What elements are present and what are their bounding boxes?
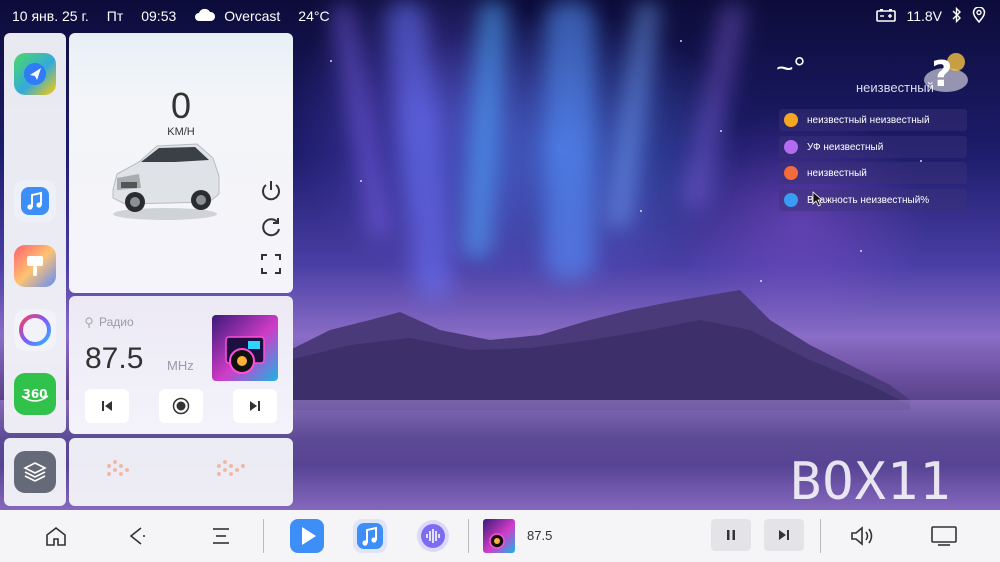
app-dock: 360: [4, 33, 66, 433]
speed-value: 0: [170, 85, 192, 126]
cloud-icon: [194, 8, 216, 25]
music-player-icon[interactable]: [352, 518, 388, 554]
status-date: 10 янв. 25 г.: [12, 8, 89, 24]
svg-text:?: ?: [932, 54, 953, 94]
weather-row-humidity: Влажность неизвестный%: [779, 189, 967, 211]
dock-bottom-panel: [4, 438, 66, 506]
status-weekday: Пт: [106, 8, 124, 24]
radio-record-button[interactable]: [159, 389, 203, 423]
layers-app-icon[interactable]: [14, 451, 56, 493]
status-time: 09:53: [141, 8, 177, 24]
weather-row-traffic: неизвестный: [779, 162, 967, 184]
video-player-icon[interactable]: [289, 518, 325, 554]
music-app-icon[interactable]: [14, 180, 56, 222]
weather-row-wind: неизвестный неизвестный: [779, 109, 967, 131]
box-watermark: BOX11: [790, 452, 952, 512]
radio-frequency: 87.5: [85, 342, 144, 375]
unknown-weather-icon: ?: [924, 53, 968, 94]
dots-decoration-icon: [107, 460, 245, 476]
screen-icon[interactable]: [927, 518, 961, 554]
radio-title: Радио: [99, 315, 134, 329]
radio-next-button[interactable]: [233, 389, 277, 423]
power-icon[interactable]: [257, 177, 285, 205]
radio-icon: [85, 317, 93, 328]
refresh-icon[interactable]: [257, 213, 285, 241]
radio-prev-button[interactable]: [85, 389, 129, 423]
home-icon[interactable]: [40, 518, 72, 554]
radio-widget[interactable]: Радио 87.5 MHz: [69, 296, 293, 434]
volume-icon[interactable]: [846, 518, 878, 554]
weather-temperature: ~°: [776, 52, 806, 85]
radio-album-art: [212, 315, 278, 381]
next-track-button[interactable]: [764, 519, 804, 551]
car-image: [112, 143, 220, 220]
wind-icon: [784, 113, 798, 127]
location-icon: [972, 5, 986, 26]
mouse-cursor-icon: [812, 191, 824, 207]
bluetooth-icon: [952, 6, 962, 26]
radio-unit: MHz: [167, 358, 194, 373]
car-wash-icon: [784, 166, 798, 180]
maps-app-icon[interactable]: [14, 53, 56, 95]
voice-assistant-icon[interactable]: [415, 518, 451, 554]
ring-app-icon[interactable]: [14, 309, 56, 351]
menu-icon[interactable]: [205, 518, 237, 554]
now-playing-art[interactable]: [483, 518, 515, 554]
vehicle-panel[interactable]: 0 KM/H: [69, 33, 293, 293]
status-bar: 10 янв. 25 г. Пт 09:53 Overcast 24°C 11.…: [0, 0, 1000, 32]
status-temperature: 24°C: [298, 8, 330, 24]
seat-heat-widget[interactable]: [69, 438, 293, 506]
fullscreen-icon[interactable]: [257, 250, 285, 278]
now-playing-track: 87.5: [527, 528, 553, 543]
pause-button[interactable]: [711, 519, 751, 551]
camera-360-app-icon[interactable]: 360: [14, 373, 56, 415]
bottom-navigation-bar: 87.5: [0, 510, 1000, 562]
mountains: [290, 290, 910, 410]
battery-icon: [876, 8, 897, 25]
uv-icon: [784, 140, 798, 154]
weather-row-uv: УФ неизвестный: [779, 136, 967, 158]
theme-app-icon[interactable]: [14, 245, 56, 287]
status-weather: Overcast: [224, 8, 281, 24]
humidity-icon: [784, 193, 798, 207]
status-voltage: 11.8V: [906, 8, 942, 24]
back-icon[interactable]: [121, 518, 153, 554]
